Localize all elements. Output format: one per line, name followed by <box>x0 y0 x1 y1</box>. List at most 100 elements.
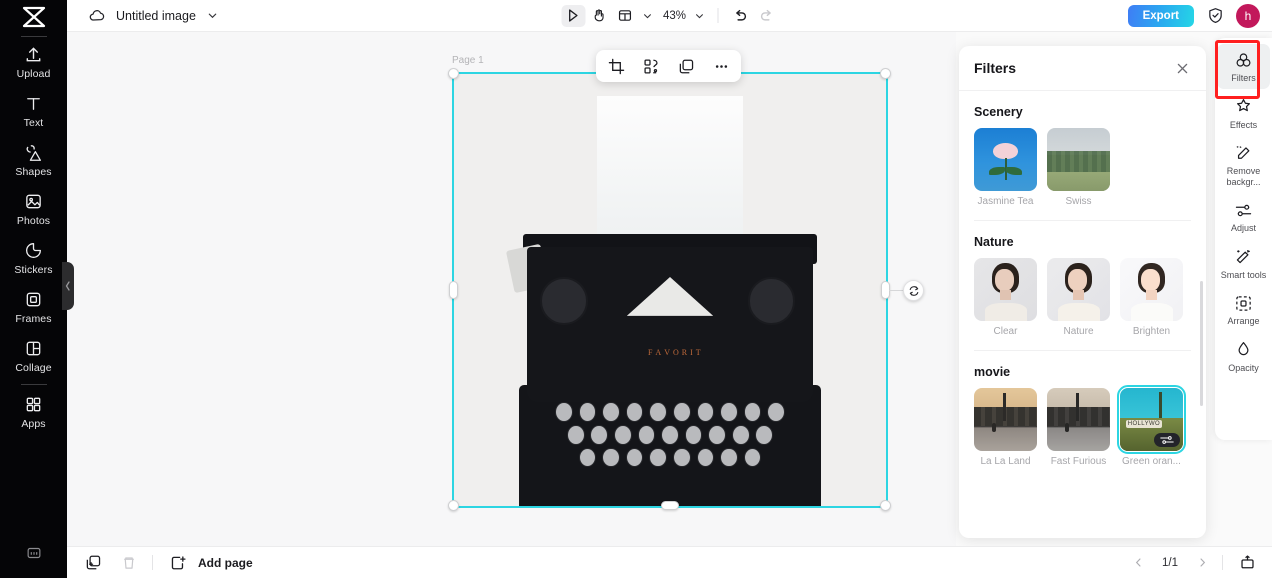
next-page-button[interactable] <box>1193 554 1211 572</box>
sidebar-item-stickers[interactable]: Stickers <box>0 233 67 282</box>
add-page-icon <box>165 551 191 575</box>
rail-item-adjust[interactable]: Adjust <box>1217 194 1270 239</box>
rail-item-smart-tools[interactable]: Smart tools <box>1217 241 1270 286</box>
sidebar-collapse-handle[interactable] <box>62 262 74 310</box>
resize-handle-bottom-left[interactable] <box>448 500 459 511</box>
sidebar-item-photos[interactable]: Photos <box>0 184 67 233</box>
filter-label: Clear <box>993 326 1018 337</box>
resize-handle-bottom-right[interactable] <box>880 500 891 511</box>
sticker-icon <box>23 240 45 262</box>
sidebar-item-shapes[interactable]: Shapes <box>0 135 67 184</box>
document-title[interactable]: Untitled image <box>116 9 196 23</box>
sidebar-item-upload[interactable]: Upload <box>0 37 67 86</box>
prev-page-button[interactable] <box>1129 554 1147 572</box>
layout-chevron-down-icon[interactable] <box>639 6 655 26</box>
cutout-button[interactable] <box>638 54 664 78</box>
magic-wand-icon <box>1234 247 1254 267</box>
right-spool-knob <box>747 277 796 325</box>
sidebar-item-apps[interactable]: Apps <box>0 387 67 436</box>
filter-item-fast-furious[interactable]: Fast Furious <box>1047 388 1110 467</box>
filter-label: Green oran... <box>1122 456 1181 467</box>
canvas-workspace[interactable]: Page 1 FAVORIT <box>67 32 956 546</box>
resize-handle-top-left[interactable] <box>448 68 459 79</box>
resize-handle-bottom[interactable] <box>661 501 679 510</box>
text-t-icon <box>23 93 45 115</box>
filter-item-la-la-land[interactable]: La La Land <box>974 388 1037 467</box>
sidebar-item-text[interactable]: Text <box>0 86 67 135</box>
panel-scrollbar[interactable] <box>1200 281 1203 406</box>
page-layout-tool[interactable] <box>613 5 637 27</box>
shield-check-icon[interactable] <box>1205 6 1225 26</box>
top-bar-right-group: Export h <box>1127 3 1260 28</box>
hand-pan-tool[interactable] <box>587 5 611 27</box>
filter-group-title: Nature <box>974 235 1014 249</box>
avatar[interactable]: h <box>1236 3 1260 28</box>
cloud-icon <box>87 6 107 26</box>
filter-group-title: Scenery <box>974 105 1023 119</box>
resize-handle-top-right[interactable] <box>880 68 891 79</box>
sidebar-item-collage[interactable]: Collage <box>0 331 67 380</box>
export-button[interactable]: Export <box>1127 4 1194 27</box>
top-toolbar: Untitled image 43% Export h <box>67 0 1272 32</box>
rotate-handle[interactable] <box>903 280 924 301</box>
filter-thumbnail <box>1047 128 1110 191</box>
filter-thumbnail <box>1047 258 1110 321</box>
crop-button[interactable] <box>603 54 629 78</box>
zoom-chevron-down-icon[interactable] <box>691 6 707 26</box>
add-page-button[interactable]: Add page <box>165 551 253 575</box>
resize-handle-left[interactable] <box>449 281 458 299</box>
filter-item-swiss[interactable]: Swiss <box>1047 128 1110 207</box>
rail-item-remove-background[interactable]: Remove backgr... <box>1217 137 1270 192</box>
filter-item-nature[interactable]: Nature <box>1047 258 1110 337</box>
rail-item-filters[interactable]: Filters <box>1217 44 1270 89</box>
filter-row: Jasmine Tea Swiss <box>974 128 1191 207</box>
adjust-sliders-icon[interactable] <box>1154 433 1180 447</box>
filter-row: Clear Nature Brighten <box>974 258 1191 337</box>
filter-item-green-orange[interactable]: HOLLYWO Green oran... <box>1117 385 1186 467</box>
keyboard-shortcut-icon[interactable] <box>0 536 67 570</box>
panel-title: Filters <box>974 60 1017 76</box>
sidebar-item-label: Photos <box>16 214 51 227</box>
sidebar-item-label: Collage <box>15 361 52 374</box>
filter-item-brighten[interactable]: Brighten <box>1120 258 1183 337</box>
filter-group-scenery: Scenery Jasmine Tea Swiss <box>974 91 1191 207</box>
sidebar-item-label: Shapes <box>15 165 52 178</box>
upload-icon <box>23 44 45 66</box>
capcut-editor-window: Upload Text Shapes Photos Stickers Frame… <box>0 0 1272 578</box>
duplicate-page-icon[interactable] <box>80 551 106 575</box>
filter-item-clear[interactable]: Clear <box>974 258 1037 337</box>
rail-item-effects[interactable]: Effects <box>1217 91 1270 136</box>
page-indicator: 1/1 <box>1162 556 1178 569</box>
effects-star-icon <box>1234 97 1254 117</box>
chevron-down-icon[interactable] <box>206 9 220 23</box>
filter-item-jasmine-tea[interactable]: Jasmine Tea <box>974 128 1037 207</box>
rail-item-opacity[interactable]: Opacity <box>1217 334 1270 379</box>
sidebar-item-label: Frames <box>15 312 52 325</box>
close-icon[interactable] <box>1173 59 1191 77</box>
add-page-label: Add page <box>198 555 253 570</box>
sidebar-item-frames[interactable]: Frames <box>0 282 67 331</box>
duplicate-button[interactable] <box>673 54 699 78</box>
cursor-select-tool[interactable] <box>560 4 585 27</box>
bottom-divider <box>152 555 153 570</box>
present-icon[interactable] <box>1234 551 1260 575</box>
filter-row: La La Land Fast Furious HOLLYWO Green or… <box>974 385 1191 467</box>
redo-button[interactable] <box>754 5 778 27</box>
filters-panel-body[interactable]: Scenery Jasmine Tea Swiss Nature Clear N… <box>959 91 1206 538</box>
capcut-logo-icon[interactable] <box>0 0 67 34</box>
more-options-button[interactable] <box>708 54 734 78</box>
bottom-right-group: 1/1 <box>1129 551 1260 575</box>
canvas-tool-group: 43% <box>560 4 778 27</box>
rail-item-arrange[interactable]: Arrange <box>1217 287 1270 332</box>
filters-panel-header: Filters <box>959 46 1206 91</box>
bottom-toolbar: Add page 1/1 <box>67 546 1272 578</box>
typewriter-brand-text: FAVORIT <box>647 348 701 358</box>
typewriter-body <box>527 246 813 403</box>
trash-icon[interactable] <box>116 551 142 575</box>
undo-button[interactable] <box>728 5 752 27</box>
filter-group-nature: Nature Clear Nature Brighten <box>974 220 1191 337</box>
selected-image-frame[interactable]: FAVORIT <box>452 72 888 508</box>
filter-label: Fast Furious <box>1050 456 1107 467</box>
filter-thumbnail <box>974 258 1037 321</box>
zoom-level-value[interactable]: 43% <box>657 10 689 22</box>
